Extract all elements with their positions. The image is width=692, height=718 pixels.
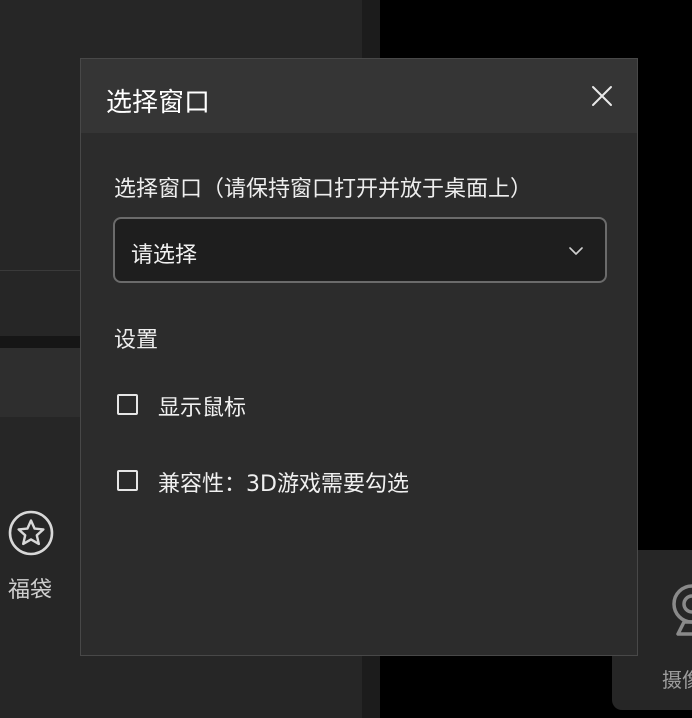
compatibility-option[interactable]: 兼容性：3D游戏需要勾选 [117,466,597,497]
camera-label: 摄像 [662,668,692,692]
close-button[interactable] [587,81,617,111]
compatibility-checkbox[interactable] [117,470,138,491]
close-icon [592,86,612,106]
compatibility-label: 兼容性：3D游戏需要勾选 [158,472,409,497]
star-circle-icon [8,510,54,556]
show-cursor-checkbox[interactable] [117,394,138,415]
window-select-dropdown[interactable]: 请选择 [113,217,607,283]
lucky-bag-button[interactable]: 福袋 [4,510,60,606]
chevron-down-icon [569,247,583,255]
window-select-label: 选择窗口（请保持窗口打开并放于桌面上） [114,177,533,202]
settings-label: 设置 [114,328,159,353]
webcam-icon [672,584,692,636]
show-cursor-label: 显示鼠标 [158,396,247,421]
lucky-bag-label: 福袋 [8,578,53,603]
dialog-title: 选择窗口 [106,88,211,118]
dialog-header: 选择窗口 [81,59,637,133]
show-cursor-option[interactable]: 显示鼠标 [117,390,597,421]
window-select-value: 请选择 [131,243,198,268]
app-screen: 福袋 摄像 选择窗口 选择窗口（请保持窗口打开并放于桌面上） 请选择 [0,0,692,718]
select-window-dialog: 选择窗口 选择窗口（请保持窗口打开并放于桌面上） 请选择 设置 显示鼠标 兼容性… [80,58,638,656]
